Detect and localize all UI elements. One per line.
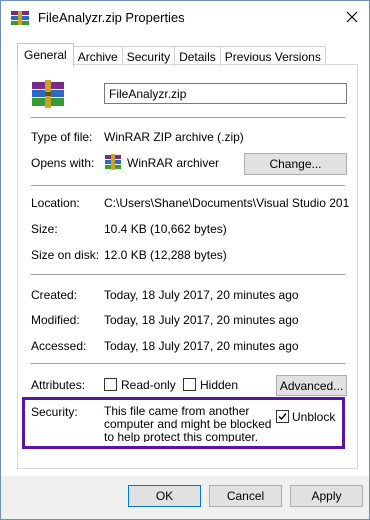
tab-archive[interactable]: Archive — [73, 46, 123, 66]
location-value: C:\Users\Shane\Documents\Visual Studio 2… — [104, 196, 349, 210]
readonly-checkbox[interactable] — [104, 378, 117, 391]
location-label: Location: — [31, 196, 80, 210]
attributes-label: Attributes: — [31, 378, 86, 392]
tab-details[interactable]: Details — [175, 46, 221, 66]
size-label: Size: — [31, 222, 58, 236]
modified-label: Modified: — [31, 313, 80, 327]
properties-dialog: FileAnalyzr.zip Properties General Archi… — [0, 0, 370, 520]
divider — [31, 185, 345, 186]
close-button[interactable] — [335, 1, 369, 33]
created-value: Today, 18 July 2017, 20 minutes ago — [104, 288, 299, 302]
advanced-button[interactable]: Advanced... — [276, 375, 347, 396]
ok-button[interactable]: OK — [128, 485, 201, 507]
divider — [31, 363, 345, 364]
tab-strip: General Archive Security Details Previou… — [17, 43, 326, 67]
size-value: 10.4 KB (10,662 bytes) — [104, 222, 227, 236]
security-text: This file came from another computer and… — [104, 405, 272, 442]
hidden-checkbox[interactable] — [183, 378, 196, 391]
accessed-value: Today, 18 July 2017, 20 minutes ago — [104, 339, 299, 353]
change-button[interactable]: Change... — [244, 153, 347, 175]
divider — [31, 274, 345, 275]
window-title: FileAnalyzr.zip Properties — [38, 10, 185, 25]
type-label: Type of file: — [31, 130, 93, 144]
cancel-button[interactable]: Cancel — [209, 485, 282, 507]
hidden-label[interactable]: Hidden — [200, 378, 238, 392]
security-label: Security: — [31, 405, 78, 419]
size-on-disk-label: Size on disk: — [31, 248, 100, 262]
opens-with-label: Opens with: — [31, 156, 95, 170]
close-icon — [346, 11, 358, 23]
type-value: WinRAR ZIP archive (.zip) — [104, 130, 244, 144]
divider — [31, 117, 345, 118]
opens-with-value: WinRAR archiver — [127, 156, 220, 170]
readonly-label[interactable]: Read-only — [121, 378, 176, 392]
tab-security[interactable]: Security — [122, 46, 176, 66]
filename-field[interactable]: FileAnalyzr.zip — [104, 83, 347, 104]
winrar-app-icon — [105, 154, 121, 170]
unblock-checkbox[interactable] — [276, 410, 289, 423]
tab-general[interactable]: General — [17, 43, 74, 67]
unblock-label[interactable]: Unblock — [292, 410, 335, 424]
checkmark-icon — [278, 413, 287, 421]
winrar-archive-icon — [11, 11, 29, 25]
modified-value: Today, 18 July 2017, 20 minutes ago — [104, 313, 299, 327]
created-label: Created: — [31, 288, 78, 302]
dialog-button-bar: OK Cancel Apply — [1, 476, 369, 519]
accessed-label: Accessed: — [31, 339, 87, 353]
apply-button[interactable]: Apply — [290, 485, 363, 507]
size-on-disk-value: 12.0 KB (12,288 bytes) — [104, 248, 227, 262]
tab-previous-versions[interactable]: Previous Versions — [220, 46, 326, 66]
winrar-archive-icon — [32, 80, 64, 108]
title-bar[interactable]: FileAnalyzr.zip Properties — [1, 1, 369, 33]
